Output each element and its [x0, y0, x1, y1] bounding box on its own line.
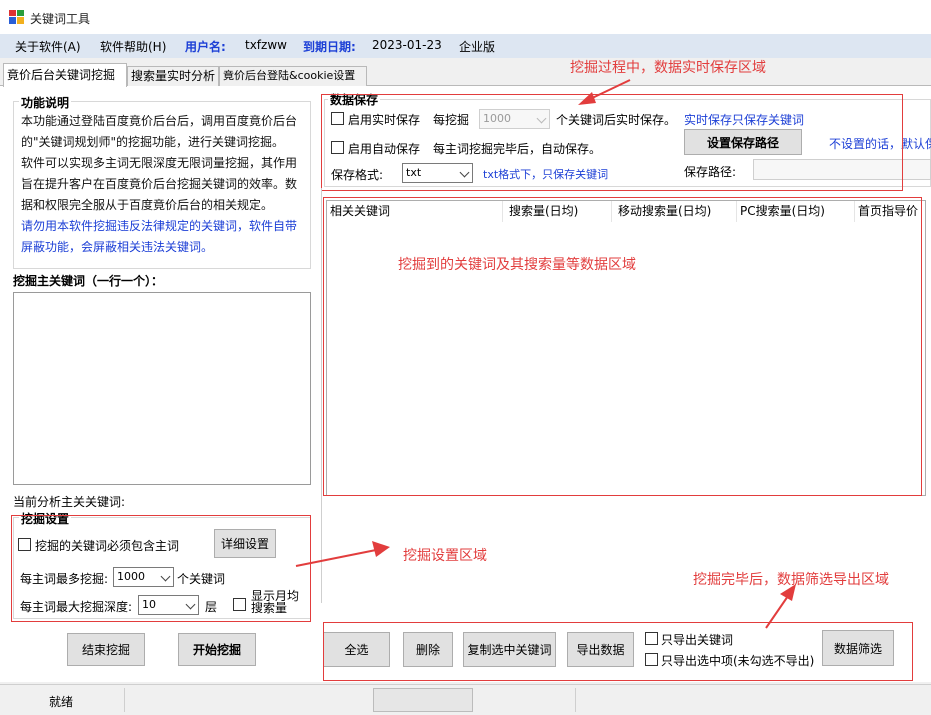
- status-text: 就绪: [49, 695, 74, 709]
- annotation-arrows: [295, 79, 796, 629]
- tab-keyword-mining[interactable]: 竟价后台关键词挖掘: [3, 63, 127, 87]
- progress-bar: [373, 688, 473, 712]
- save-area-arrow: [578, 79, 631, 105]
- export-area-arrow: [765, 584, 796, 629]
- status-divider: [575, 688, 576, 712]
- settings-area-arrow: [295, 541, 390, 567]
- status-divider: [124, 688, 125, 712]
